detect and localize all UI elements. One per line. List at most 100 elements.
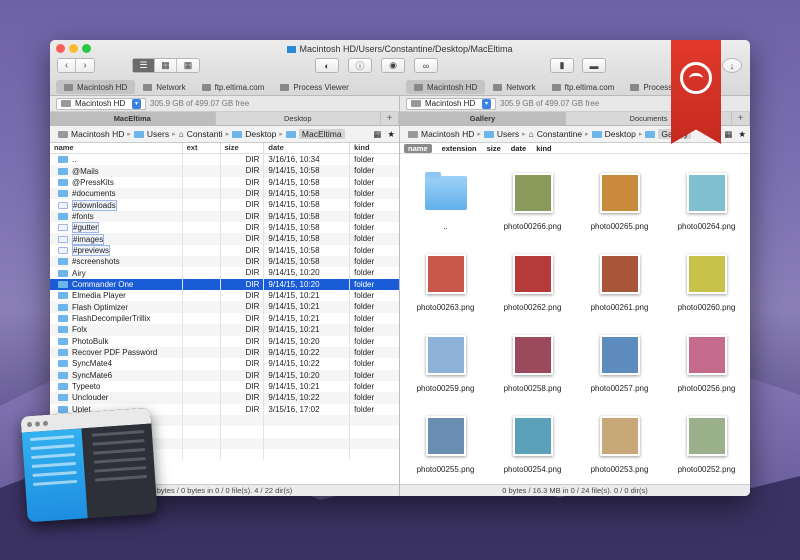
drive-select[interactable]: Macintosh HD ▾ — [406, 97, 496, 110]
table-row[interactable]: #images DIR 9/14/15, 10:58 folder — [50, 233, 399, 245]
sort-size[interactable]: size — [487, 144, 501, 153]
gallery-item[interactable]: photo00261.png — [576, 237, 663, 318]
col-size[interactable]: size — [221, 143, 265, 153]
table-row[interactable]: Airy DIR 9/14/15, 10:20 folder — [50, 267, 399, 279]
thumb-view-icon[interactable]: ▦ — [155, 59, 177, 72]
share-button[interactable]: ▬ — [582, 58, 606, 73]
fav-macintosh-hd[interactable]: Macintosh HD — [56, 80, 136, 94]
terminal-button[interactable]: ▮ — [550, 58, 574, 73]
tab-desktop[interactable]: Desktop — [216, 112, 381, 125]
table-row[interactable]: Flash Optimizer DIR 9/14/15, 10:21 folder — [50, 301, 399, 313]
gallery-item[interactable]: photo00256.png — [663, 318, 750, 399]
col-name[interactable]: name — [50, 143, 183, 153]
add-tab-button[interactable]: + — [381, 112, 399, 125]
sort-kind[interactable]: kind — [536, 144, 551, 153]
gallery-item[interactable]: photo00257.png — [576, 318, 663, 399]
drive-select[interactable]: Macintosh HD ▾ — [56, 97, 146, 110]
gallery-item[interactable]: photo00258.png — [489, 318, 576, 399]
folder-icon — [58, 405, 68, 413]
tab-maceltima[interactable]: MacEltima — [50, 112, 216, 125]
forward-button[interactable]: › — [76, 59, 94, 72]
gallery-item[interactable]: .. — [402, 156, 489, 237]
crumb[interactable]: Macintosh HD — [421, 129, 474, 139]
table-row[interactable]: PhotoBulk DIR 9/14/15, 10:20 folder — [50, 335, 399, 347]
fav-macintosh-hd-right[interactable]: Macintosh HD — [406, 80, 486, 94]
photo-thumbnail — [599, 173, 640, 213]
col-kind[interactable]: kind — [350, 143, 399, 153]
fav-ftp[interactable]: ftp.eltima.com — [194, 80, 273, 94]
file-name: #documents — [72, 189, 116, 199]
toggle-hidden-button[interactable]: ◐ — [315, 58, 339, 73]
download-icon[interactable]: ↓ — [722, 58, 742, 73]
gallery-item[interactable]: photo00252.png — [663, 399, 750, 480]
table-row[interactable]: SyncMate4 DIR 9/14/15, 10:22 folder — [50, 358, 399, 370]
fav-ftp-right[interactable]: ftp.eltima.com — [544, 80, 623, 94]
table-row[interactable]: Typeeto DIR 9/14/15, 10:21 folder — [50, 380, 399, 393]
table-row[interactable]: Unclouder DIR 9/14/15, 10:22 folder — [50, 392, 399, 404]
table-row[interactable]: Commander One DIR 9/14/15, 10:20 folder — [50, 278, 399, 291]
table-row[interactable]: SyncMate6 DIR 9/14/15, 10:20 folder — [50, 369, 399, 381]
table-row[interactable]: #downloads DIR 9/14/15, 10:58 folder — [50, 199, 399, 211]
star-icon[interactable]: ★ — [738, 129, 746, 140]
grid-icon[interactable]: ▦ — [724, 129, 732, 140]
file-name: #screenshots — [72, 257, 120, 267]
crumb[interactable]: Constanti — [187, 129, 223, 139]
crumb[interactable]: Users — [497, 129, 519, 139]
table-row[interactable]: .. DIR 3/16/16, 10:34 folder — [50, 154, 399, 166]
crumb[interactable]: Macintosh HD — [71, 129, 124, 139]
tab-gallery[interactable]: Gallery — [400, 112, 566, 125]
crumb[interactable]: Desktop — [245, 129, 276, 139]
gallery-item[interactable]: photo00262.png — [489, 237, 576, 318]
crumb[interactable]: Constantine — [537, 129, 582, 139]
table-row[interactable]: #gutter DIR 9/14/15, 10:58 folder — [50, 222, 399, 234]
table-row[interactable]: Recover PDF Password DIR 9/14/15, 10:22 fol… — [50, 346, 399, 359]
gallery-item[interactable]: photo00259.png — [402, 318, 489, 399]
drive-icon — [64, 83, 73, 91]
info-button[interactable]: ⓘ — [348, 58, 372, 73]
table-row[interactable]: Elmedia Player DIR 9/14/15, 10:21 folder — [50, 290, 399, 302]
sort-extension[interactable]: extension — [442, 144, 477, 153]
crumb[interactable]: Desktop — [605, 129, 636, 139]
col-date[interactable]: date — [264, 143, 351, 153]
gallery-item[interactable]: photo00253.png — [576, 399, 663, 480]
table-row[interactable]: @Mails DIR 9/14/15, 10:58 folder — [50, 165, 399, 177]
gallery-item[interactable]: photo00264.png — [663, 156, 750, 237]
search-binoculars-button[interactable]: ∞ — [414, 58, 438, 73]
cell-kind: folder — [354, 325, 375, 335]
crumb[interactable]: Users — [147, 129, 169, 139]
gallery-item[interactable]: photo00266.png — [489, 156, 576, 237]
table-row[interactable]: #documents DIR 9/14/15, 10:58 folder — [50, 188, 399, 200]
grid-icon[interactable]: ▦ — [373, 129, 381, 140]
gallery-item[interactable]: photo00255.png — [402, 399, 489, 480]
preview-eye-button[interactable]: ◉ — [381, 58, 405, 73]
table-row[interactable]: #fonts DIR 9/14/15, 10:58 folder — [50, 210, 399, 223]
cell-date: 9/14/15, 10:58 — [264, 256, 351, 268]
gallery-item[interactable]: photo00263.png — [402, 237, 489, 318]
back-button[interactable]: ‹ — [58, 59, 76, 72]
table-row[interactable]: @PressKits DIR 9/14/15, 10:58 folder — [50, 176, 399, 189]
file-name: SyncMate4 — [72, 359, 113, 369]
table-row[interactable]: #screenshots DIR 9/14/15, 10:58 folder — [50, 256, 399, 268]
table-row[interactable]: Folx DIR 9/14/15, 10:21 folder — [50, 324, 399, 336]
sort-date[interactable]: date — [511, 144, 526, 153]
item-label: photo00256.png — [677, 384, 736, 393]
grid-view-icon[interactable]: ▦ — [177, 59, 199, 72]
cell-name: #images — [50, 233, 183, 245]
fav-network[interactable]: Network — [135, 80, 193, 94]
table-row[interactable]: #previews DIR 9/14/15, 10:58 folder — [50, 244, 399, 257]
crumb[interactable]: MacEltima — [298, 129, 345, 139]
gallery-item[interactable]: photo00265.png — [576, 156, 663, 237]
gallery-item[interactable]: photo00260.png — [663, 237, 750, 318]
list-view-icon[interactable]: ☰ — [133, 59, 155, 72]
star-icon[interactable]: ★ — [387, 129, 395, 140]
fav-network-right[interactable]: Network — [485, 80, 543, 94]
fav-process-viewer[interactable]: Process Viewer — [272, 80, 356, 94]
gallery-item[interactable]: photo00254.png — [489, 399, 576, 480]
table-row[interactable]: FlashDecompilerTrillix DIR 9/14/15, 10:21 f… — [50, 312, 399, 325]
file-name: #gutter — [72, 222, 99, 234]
add-tab-button[interactable]: + — [732, 112, 750, 125]
item-label: photo00257.png — [590, 384, 649, 393]
sort-name[interactable]: name — [404, 143, 432, 153]
cell-kind: folder — [354, 257, 375, 267]
col-ext[interactable]: ext — [183, 143, 221, 153]
